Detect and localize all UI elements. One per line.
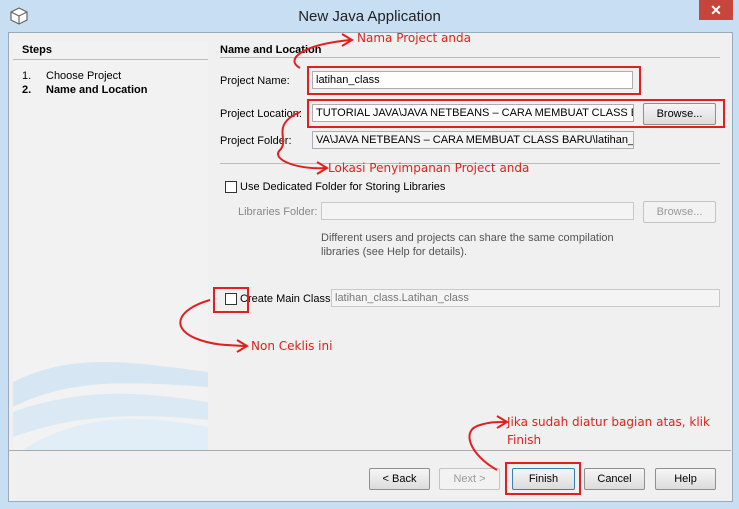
annotation-project-name-text: Nama Project anda xyxy=(357,31,471,45)
annotation-uncheck-text: Non Ceklis ini xyxy=(251,339,333,353)
annotation-finish-text-line1: Jika sudah diatur bagian atas, klik xyxy=(507,415,710,429)
new-java-application-window: New Java Application ✕ Steps 1. Choose Pr… xyxy=(0,0,739,509)
annotation-arrows xyxy=(179,33,509,471)
annotation-location-text: Lokasi Penyimpanan Project anda xyxy=(328,161,530,175)
annotation-finish-text-line2: Finish xyxy=(507,433,542,447)
